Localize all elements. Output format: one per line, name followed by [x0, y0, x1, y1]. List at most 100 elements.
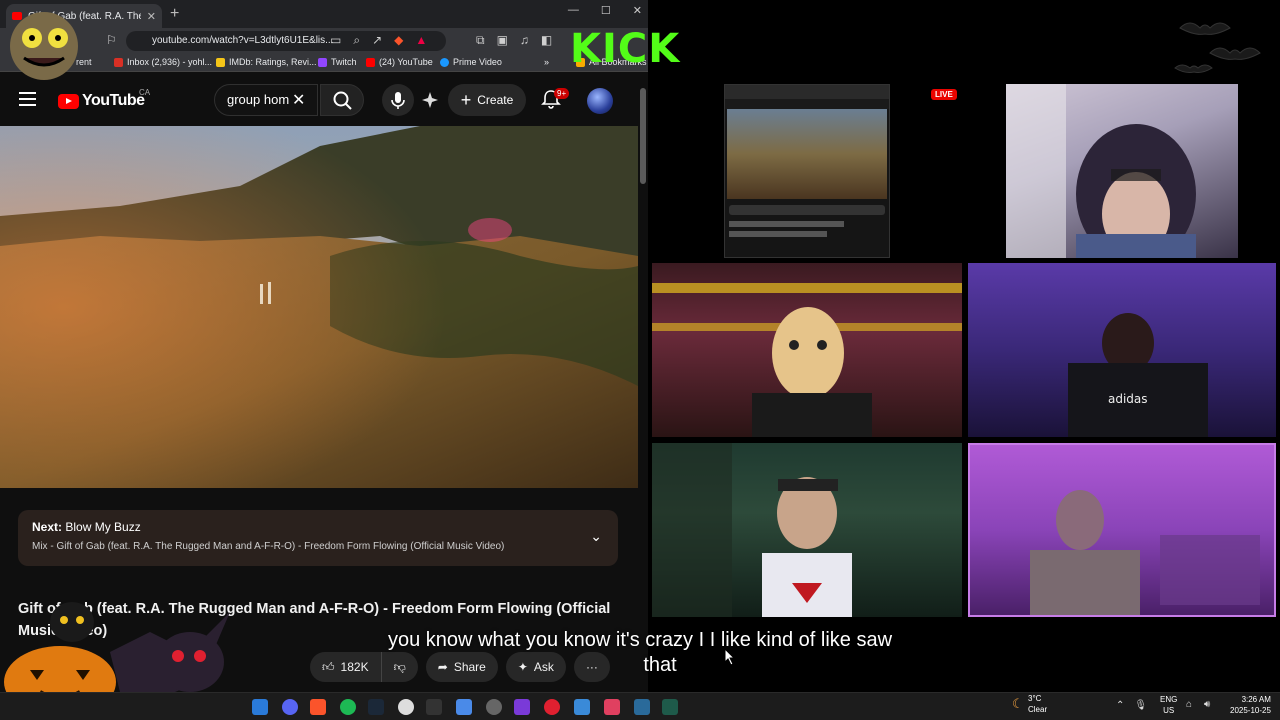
zoom-icon[interactable]: ⌕: [353, 33, 360, 48]
bookmark-star-group: ⚐: [106, 33, 117, 47]
bookmark-imdb[interactable]: IMDb: Ratings, Revi...: [216, 57, 317, 67]
youtube-play-icon: [58, 93, 79, 109]
address-bar-icons: ▭ ⌕ ↗ ◆ ▲: [330, 33, 427, 48]
bookmark-icon[interactable]: ⚐: [106, 33, 117, 47]
ghoul-face-icon: [10, 12, 78, 80]
tab-strip: Gift of Gab (feat. R.A. The Rugged Man ✕…: [0, 0, 648, 28]
close-window-icon[interactable]: ✕: [633, 4, 642, 17]
terminal-icon[interactable]: [662, 699, 678, 715]
spotify-icon[interactable]: [340, 699, 356, 715]
clock[interactable]: 3:26 AM 2025-10-25: [1230, 694, 1271, 716]
search-button[interactable]: [320, 84, 364, 116]
app-icon-purple[interactable]: [514, 699, 530, 715]
bookmark-label: Prime Video: [453, 57, 502, 67]
photos-icon[interactable]: [634, 699, 650, 715]
minimize-icon[interactable]: —: [568, 4, 579, 17]
weather-moon-icon: ☾: [1012, 696, 1024, 711]
brave-shield-icon[interactable]: ◆: [394, 33, 403, 48]
bookmark-prime[interactable]: Prime Video: [440, 57, 502, 67]
new-tab-icon[interactable]: +: [170, 5, 179, 23]
youtube-logo[interactable]: YouTube: [58, 92, 145, 110]
weather-widget[interactable]: 3°C Clear: [1028, 693, 1047, 715]
imdb-icon: [216, 57, 225, 67]
bookmark-label: (24) YouTube: [379, 57, 433, 67]
bats-decoration-icon: [1174, 22, 1261, 73]
twitch-icon: [318, 57, 327, 67]
account-avatar[interactable]: [587, 88, 613, 114]
page-scrollbar[interactable]: [640, 88, 646, 184]
address-bar-url: youtube.com/watch?v=L3dtlyt6U1E&lis...: [152, 35, 334, 46]
up-next-card[interactable]: Next: Blow My Buzz Mix - Gift of Gab (fe…: [18, 510, 618, 566]
caption-line-1: you know what you know it's crazy I I li…: [387, 629, 893, 651]
bookmarks-bar: rent Inbox (2,936) - yohl... IMDb: Ratin…: [0, 54, 648, 72]
lang-code: ENG: [1160, 695, 1178, 704]
discord-icon[interactable]: [282, 699, 298, 715]
obs-icon[interactable]: [486, 699, 502, 715]
epic-games-icon[interactable]: [426, 699, 442, 715]
webcam-tile-5: [968, 443, 1276, 617]
create-button[interactable]: + Create: [448, 84, 526, 116]
premium-sparkle-icon[interactable]: [420, 90, 440, 110]
menu-icon[interactable]: [19, 92, 36, 106]
youtube-header: YouTube CA group hom ✕ + Create: [0, 72, 648, 126]
up-next-line: Next: Blow My Buzz: [32, 520, 604, 534]
cast-icon[interactable]: ▭: [330, 33, 341, 48]
notepad-icon[interactable]: [574, 699, 590, 715]
video-frame-landscape: [0, 126, 638, 488]
volume-icon[interactable]: 🔊︎: [1204, 699, 1210, 710]
microphone-icon: [391, 92, 405, 109]
voice-search-button[interactable]: [382, 84, 414, 116]
share-page-icon[interactable]: ↗: [372, 33, 382, 48]
prime-video-icon: [440, 57, 449, 67]
extensions-icon[interactable]: ⧉: [476, 33, 485, 48]
steam-icon[interactable]: [368, 699, 384, 715]
maximize-icon[interactable]: ☐: [601, 4, 611, 17]
notification-badge: 9+: [554, 88, 570, 99]
screen-share-preview: [724, 84, 890, 258]
clear-search-icon[interactable]: ✕: [292, 90, 305, 110]
search-icon: [333, 91, 352, 110]
clock-date: 2025-10-25: [1230, 706, 1271, 715]
microphone-tray-icon[interactable]: 🎙︎: [1134, 700, 1147, 711]
music-icon[interactable]: ♫: [520, 33, 529, 48]
opera-icon[interactable]: [544, 699, 560, 715]
plus-icon: +: [460, 89, 472, 110]
up-next-mix: Mix - Gift of Gab (feat. R.A. The Rugged…: [32, 541, 505, 552]
weather-condition: Clear: [1028, 705, 1048, 714]
file-explorer-icon[interactable]: [456, 699, 472, 715]
browser-toolbar: ⚐ youtube.com/watch?v=L3dtlyt6U1E&lis...…: [0, 28, 648, 54]
brave-rewards-icon[interactable]: ▲: [415, 33, 427, 48]
language-indicator[interactable]: ENG US: [1160, 694, 1177, 716]
extension-icons: ⧉ ▣ ♫ ◧: [476, 33, 552, 48]
bookmark-twitch[interactable]: Twitch: [318, 57, 357, 67]
sidebar-icon[interactable]: ▣: [497, 33, 508, 48]
brave-browser-icon[interactable]: [310, 699, 326, 715]
edge-icon[interactable]: [252, 699, 268, 715]
kick-logo: KICK: [570, 26, 681, 72]
chevron-down-icon[interactable]: ⌄: [590, 528, 602, 545]
bookmark-youtube[interactable]: (24) YouTube: [366, 57, 433, 67]
webcam-tile-2: [652, 263, 962, 437]
app-icon-red[interactable]: [604, 699, 620, 715]
system-tray: ⌃ 🎙︎: [1116, 700, 1147, 711]
browser-window: Gift of Gab (feat. R.A. The Rugged Man ✕…: [0, 0, 648, 692]
tray-overflow-icon[interactable]: ⌃: [1116, 700, 1124, 711]
gmail-icon: [114, 57, 123, 67]
live-badge: LIVE: [931, 89, 957, 100]
create-label: Create: [477, 93, 514, 107]
bookmarks-overflow-icon[interactable]: »: [544, 57, 549, 67]
bookmark-label: Inbox (2,936) - yohl...: [127, 57, 213, 67]
tab-close-icon[interactable]: ✕: [147, 10, 156, 23]
region-code: US: [1163, 706, 1175, 715]
video-player[interactable]: [0, 126, 638, 488]
bookmark-label: IMDb: Ratings, Revi...: [229, 57, 317, 67]
window-controls: — ☐ ✕: [568, 4, 642, 17]
chrome-icon[interactable]: [398, 699, 414, 715]
svg-text:adidas: adidas: [1108, 392, 1148, 406]
webcam-tile-1: [1006, 84, 1238, 258]
split-view-icon[interactable]: ◧: [541, 33, 552, 48]
search-value: group hom: [227, 92, 290, 107]
youtube-icon: [366, 57, 375, 67]
bookmark-gmail[interactable]: Inbox (2,936) - yohl...: [114, 57, 212, 67]
network-icon[interactable]: ⌂: [1186, 699, 1192, 710]
